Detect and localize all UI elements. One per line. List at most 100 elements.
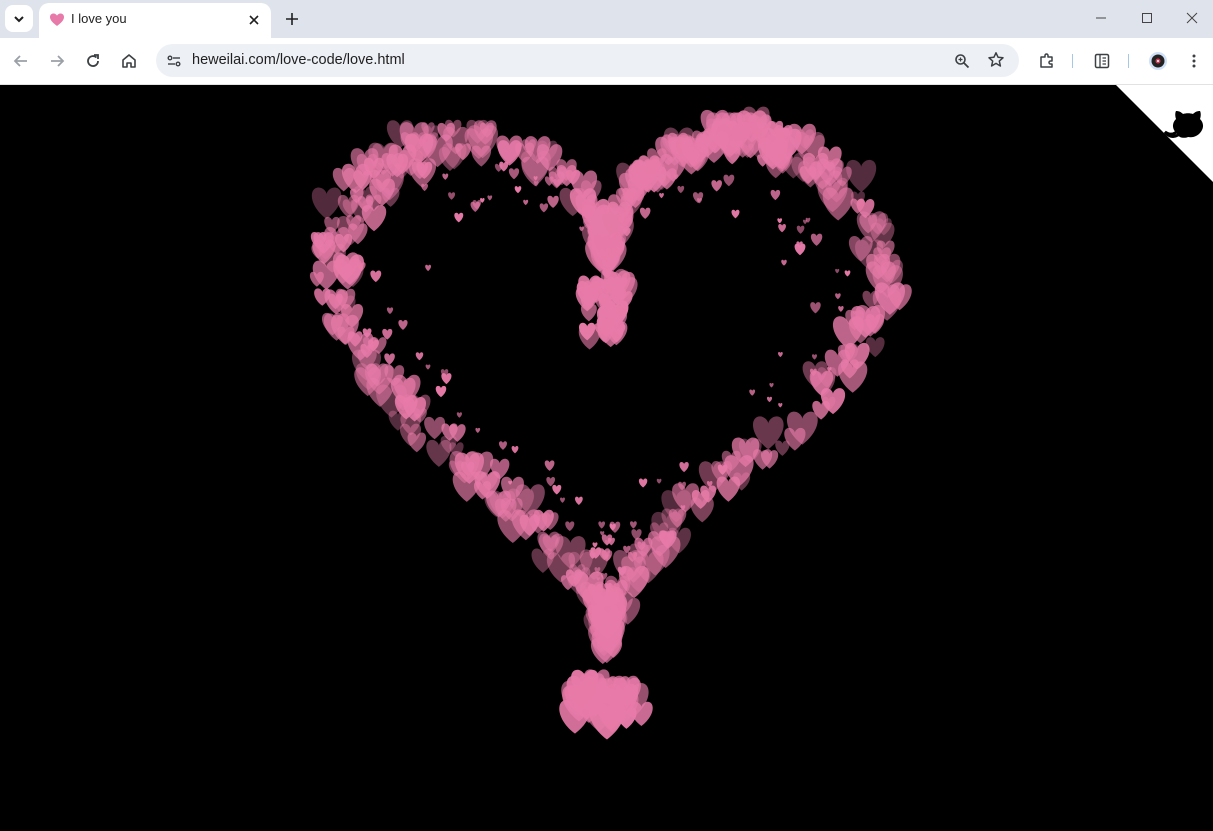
heart-particle [679, 462, 689, 473]
heart-particle [511, 446, 519, 454]
back-icon [13, 55, 27, 67]
heart-particle [575, 496, 583, 505]
heart-particle [723, 174, 735, 187]
profile-avatar[interactable] [1144, 47, 1172, 75]
heart-particle [475, 427, 481, 433]
home-icon [122, 54, 136, 68]
heart-particle [803, 219, 808, 225]
github-corner[interactable] [1116, 85, 1213, 182]
window-close-button[interactable] [1177, 6, 1207, 30]
heart-particle [770, 189, 781, 201]
toolbar-separator [1128, 54, 1129, 68]
heart-particle [386, 307, 394, 315]
plus-icon [286, 13, 298, 25]
heart-particle [494, 163, 503, 172]
heart-particle [844, 270, 851, 277]
heart-particle [448, 192, 456, 200]
heart-particle [630, 521, 637, 529]
heart-particle [415, 352, 424, 361]
heart-particle [508, 168, 520, 180]
heart-particle [711, 180, 722, 192]
heart-particle [496, 135, 523, 164]
heart-particle [435, 385, 447, 398]
heart-particle [565, 521, 575, 532]
heart-particle [692, 192, 704, 204]
heart-particle [592, 542, 598, 548]
url-text: heweilai.com/love-code/love.html [192, 52, 405, 68]
forward-icon [51, 55, 65, 67]
bookmark-star-icon[interactable] [986, 50, 1006, 70]
heart-particle [777, 218, 783, 224]
heart-particle [498, 441, 508, 450]
new-tab-button[interactable] [281, 8, 303, 30]
heart-particle [514, 186, 522, 194]
tab-search-button[interactable] [5, 5, 33, 32]
heart-particle [810, 302, 821, 314]
heart-particle [442, 173, 449, 180]
heart-particle [560, 497, 565, 503]
toolbar: heweilai.com/love-code/love.html [0, 38, 1213, 85]
heart-particle [778, 223, 786, 233]
heart-particle [656, 478, 662, 484]
minimize-icon [1096, 17, 1106, 19]
heart-particle [544, 460, 555, 471]
menu-icon [1192, 54, 1196, 68]
heart-particle [766, 396, 773, 403]
site-info-icon[interactable] [164, 51, 184, 71]
heart-particle [749, 389, 756, 396]
heart-particle [370, 270, 382, 283]
browser-window: I love you heweilai.com/love-code/love.h… [0, 0, 1213, 831]
heart-particle [846, 159, 877, 193]
heart-particle [398, 319, 408, 330]
maximize-button[interactable] [1132, 6, 1162, 30]
heart-particle [835, 293, 841, 300]
heart-particle [769, 383, 774, 388]
heart-particle [638, 478, 648, 488]
heart-particle [838, 305, 844, 312]
heart-particle [810, 233, 823, 246]
extensions-button[interactable] [1033, 47, 1061, 75]
heart-particle [639, 207, 651, 219]
pink-heart-icon [49, 12, 65, 28]
home-button[interactable] [115, 47, 143, 75]
heart-particle [609, 521, 621, 533]
close-icon [1186, 12, 1198, 24]
heart-particle [659, 193, 664, 199]
minimize-button[interactable] [1086, 6, 1116, 30]
maximize-icon [1142, 13, 1152, 23]
heart-particle [677, 185, 685, 194]
heart-particle [546, 476, 556, 487]
heart-particle [425, 264, 432, 272]
menu-button[interactable] [1180, 47, 1208, 75]
heart-particle [598, 521, 606, 529]
forward-button[interactable] [43, 47, 71, 75]
heart-particle [778, 402, 783, 408]
heart-particle [552, 484, 562, 495]
side-panel-icon [1094, 53, 1110, 69]
side-panel-button[interactable] [1088, 47, 1116, 75]
heart-particle [811, 354, 818, 360]
heart-particle [778, 351, 783, 358]
heart-particle [547, 195, 559, 208]
zoom-icon[interactable] [952, 51, 972, 71]
reload-icon [87, 54, 99, 67]
heart-particle [796, 225, 805, 234]
tab-strip: I love you [0, 0, 1213, 38]
extensions-icon [1040, 53, 1053, 68]
chevron-down-icon [14, 15, 24, 22]
page-content [0, 85, 1213, 831]
heart-particle [731, 209, 740, 219]
back-button[interactable] [7, 47, 35, 75]
reload-button[interactable] [79, 47, 107, 75]
tab-close-icon[interactable] [245, 11, 263, 29]
heart-particle [384, 353, 395, 365]
tab-active[interactable]: I love you [39, 3, 271, 38]
tab-title: I love you [71, 11, 127, 26]
heart-particle [311, 187, 342, 220]
heart-particle [424, 416, 446, 440]
heart-particle [539, 203, 549, 213]
address-bar[interactable]: heweilai.com/love-code/love.html [156, 44, 1019, 77]
heart-particle [456, 412, 462, 418]
toolbar-separator [1072, 54, 1073, 68]
heart-particle [454, 212, 464, 223]
